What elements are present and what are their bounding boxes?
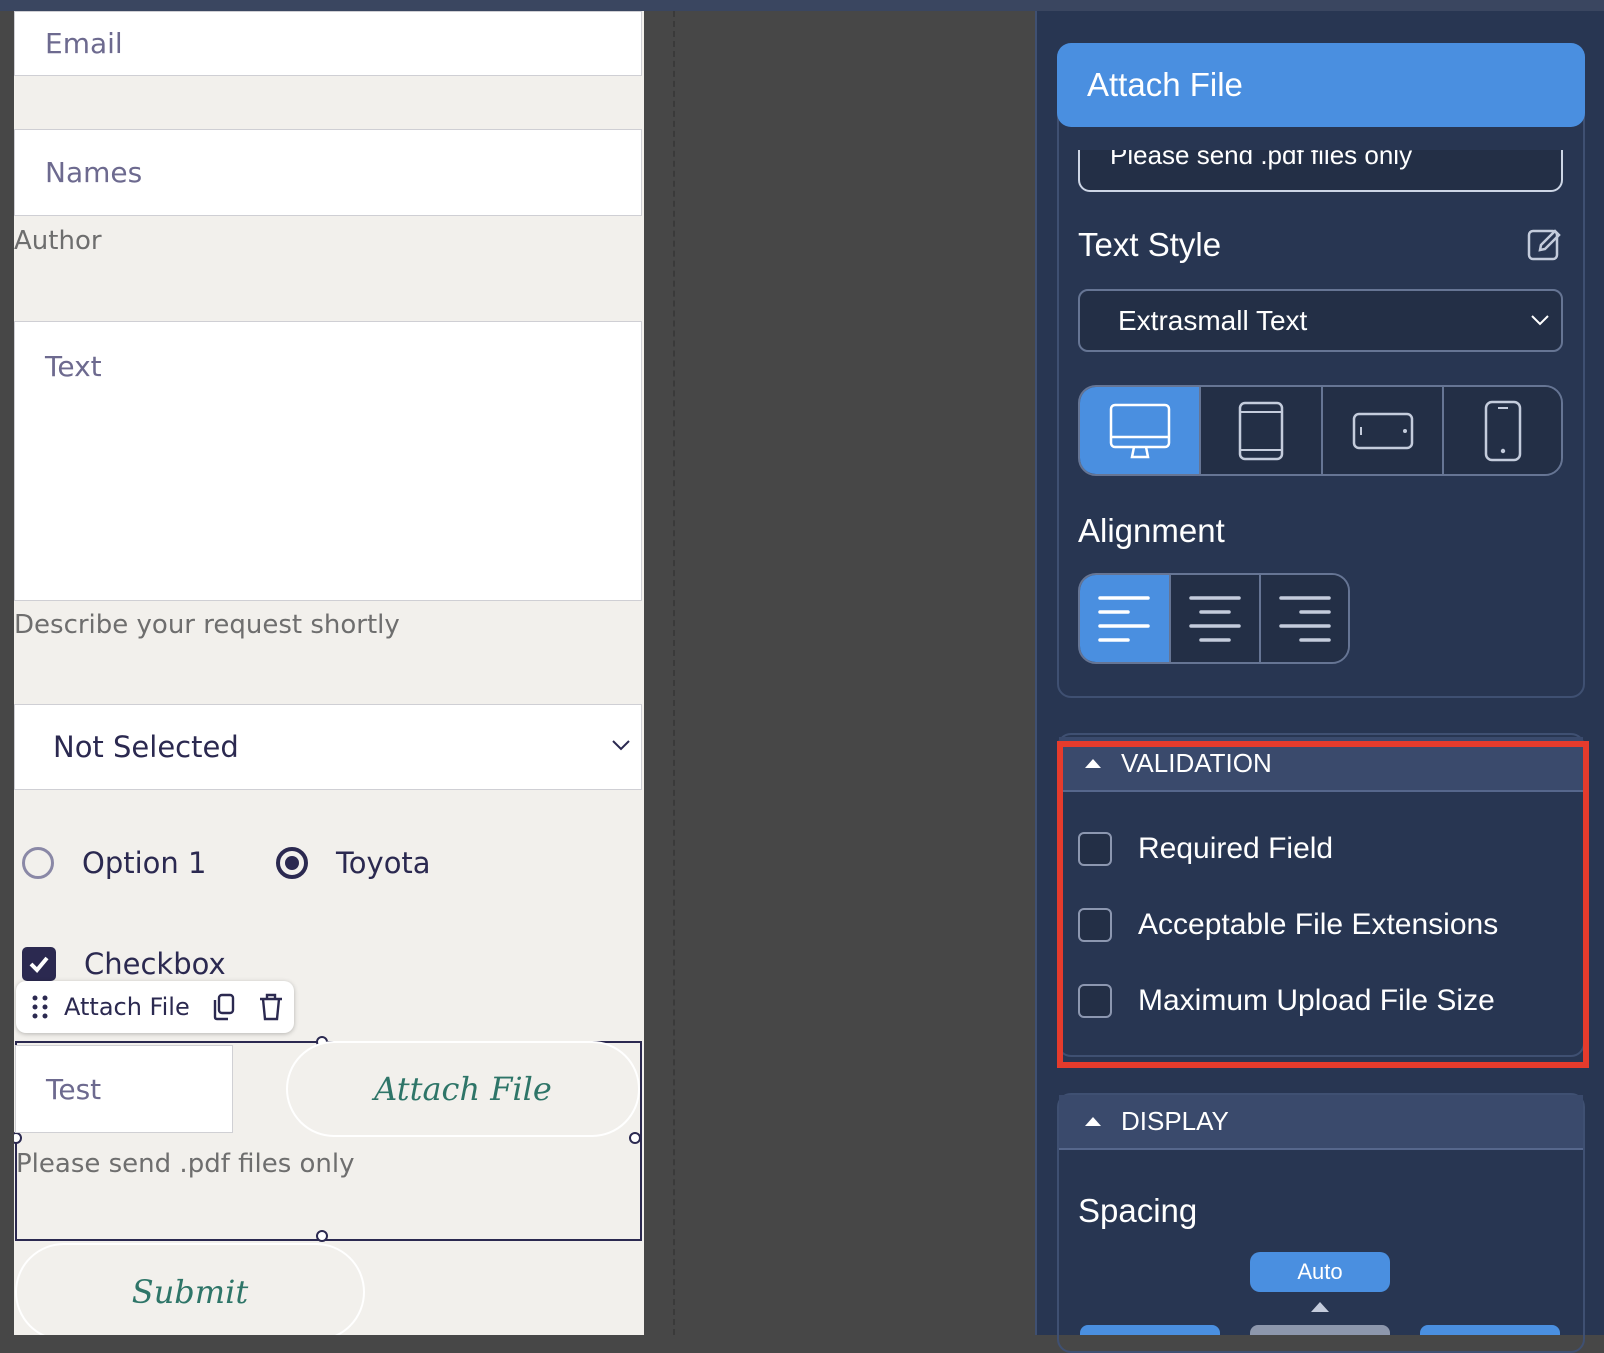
device-mobile[interactable] xyxy=(1444,387,1561,474)
tablet-icon xyxy=(1238,401,1284,460)
align-left-icon xyxy=(1098,595,1151,642)
form-canvas: Email Names Author Text Describe your re… xyxy=(14,11,644,1335)
device-switcher xyxy=(1078,385,1563,476)
spacing-auto-pill[interactable]: Auto xyxy=(1250,1252,1390,1292)
spacing-option-3[interactable] xyxy=(1420,1325,1560,1335)
spacing-label: Spacing xyxy=(1078,1192,1198,1229)
resize-handle-left[interactable] xyxy=(14,1132,22,1144)
text-style-dropdown[interactable]: Extrasmall Text xyxy=(1078,289,1563,352)
text-helper: Describe your request shortly xyxy=(14,610,400,640)
file-name-value: Test xyxy=(46,1072,102,1106)
chevron-down-icon xyxy=(612,740,630,751)
names-placeholder: Names xyxy=(45,156,143,189)
toolbar-label: Attach File xyxy=(64,993,190,1021)
top-bar xyxy=(0,0,1604,11)
radio-circle-selected xyxy=(276,847,308,879)
submit-button[interactable]: Submit xyxy=(15,1243,365,1335)
hint-text-value: Please send .pdf files only xyxy=(1110,150,1413,170)
attach-file-button[interactable]: Attach File xyxy=(286,1041,640,1137)
align-right-button[interactable] xyxy=(1261,575,1348,662)
device-desktop[interactable] xyxy=(1080,387,1202,474)
radio-toyota[interactable]: Toyota xyxy=(276,846,431,880)
text-area[interactable]: Text xyxy=(14,321,642,601)
radio-label: Option 1 xyxy=(82,846,207,880)
names-field[interactable]: Names xyxy=(14,129,642,216)
spacing-value: Auto xyxy=(1297,1259,1343,1284)
device-tablet-landscape[interactable] xyxy=(1322,387,1445,474)
text-placeholder: Text xyxy=(45,350,102,383)
tablet-landscape-icon xyxy=(1352,412,1413,449)
alignment-label: Alignment xyxy=(1078,512,1225,549)
hint-text-input[interactable]: Please send .pdf files only xyxy=(1078,150,1563,192)
validation-highlight xyxy=(1057,741,1589,1068)
resize-handle-right[interactable] xyxy=(629,1132,641,1144)
desktop-icon xyxy=(1109,403,1170,458)
caret-up-icon xyxy=(1311,1302,1329,1312)
author-label: Author xyxy=(14,226,102,256)
select-value: Not Selected xyxy=(53,730,239,764)
duplicate-icon[interactable] xyxy=(210,992,238,1022)
checkbox-item[interactable]: Checkbox xyxy=(22,947,226,981)
checkbox-label: Checkbox xyxy=(84,947,226,981)
email-placeholder: Email xyxy=(45,27,123,60)
select-dropdown[interactable]: Not Selected xyxy=(14,704,642,790)
radio-circle xyxy=(22,847,54,879)
email-field[interactable]: Email xyxy=(14,11,642,76)
device-tablet[interactable] xyxy=(1201,387,1323,474)
chevron-down-icon xyxy=(1531,315,1549,326)
resize-handle-bottom[interactable] xyxy=(316,1230,328,1242)
edit-icon[interactable] xyxy=(1526,226,1564,264)
spacing-option-2[interactable] xyxy=(1250,1325,1390,1335)
check-icon xyxy=(29,956,49,973)
attach-file-label: Attach File xyxy=(374,1070,552,1108)
display-header[interactable]: DISPLAY xyxy=(1059,1095,1583,1150)
file-name-input[interactable]: Test xyxy=(15,1045,233,1133)
radio-label: Toyota xyxy=(336,846,431,880)
align-right-icon xyxy=(1278,595,1331,642)
canvas-margin xyxy=(0,11,14,1335)
alignment-switcher xyxy=(1078,573,1350,664)
attach-helper-text: Please send .pdf files only xyxy=(16,1149,355,1179)
display-title: DISPLAY xyxy=(1121,1106,1229,1136)
submit-label: Submit xyxy=(131,1273,249,1311)
align-center-icon xyxy=(1189,595,1241,642)
panel-title: Attach File xyxy=(1057,43,1585,127)
collapse-arrow-icon xyxy=(1085,1117,1101,1126)
trash-icon[interactable] xyxy=(256,992,286,1022)
canvas-guide-line xyxy=(673,11,675,1335)
checkbox-checked[interactable] xyxy=(22,947,56,981)
radio-option-1[interactable]: Option 1 xyxy=(22,846,206,880)
element-toolbar: Attach File xyxy=(16,981,294,1033)
text-style-value: Extrasmall Text xyxy=(1118,304,1308,336)
panel-title-text: Attach File xyxy=(1087,66,1243,103)
mobile-icon xyxy=(1484,400,1521,461)
text-style-label: Text Style xyxy=(1078,226,1222,263)
spacing-option-1[interactable] xyxy=(1080,1325,1220,1335)
drag-handle-icon[interactable] xyxy=(30,993,50,1021)
align-left-button[interactable] xyxy=(1080,575,1171,662)
align-center-button[interactable] xyxy=(1170,575,1262,662)
